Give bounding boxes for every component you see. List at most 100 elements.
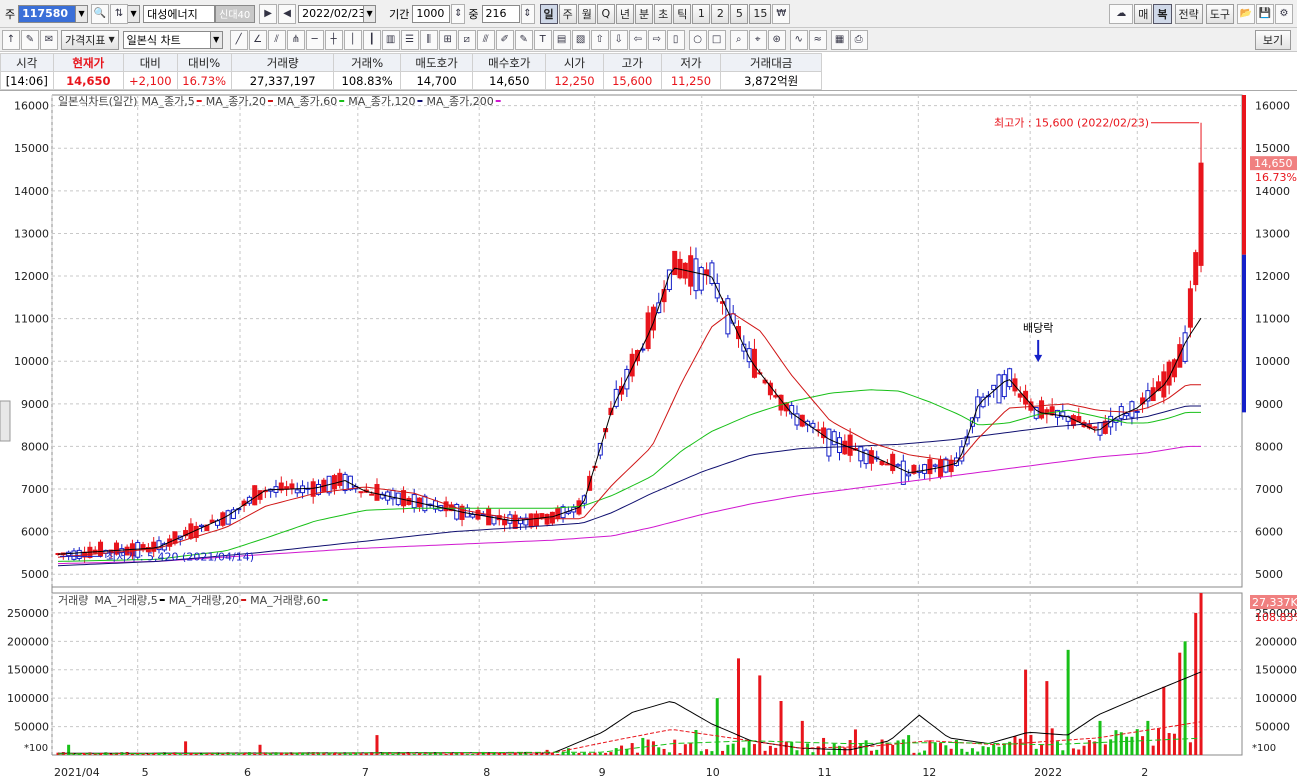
candle-body bbox=[922, 464, 928, 474]
memo-icon[interactable]: ✉ bbox=[40, 29, 58, 50]
chart-svg[interactable]: 5000 5000 6000 6000 7000 7000 8000 8000 9000 9000… bbox=[0, 91, 1297, 779]
cycle-icon[interactable]: ⫼ bbox=[419, 29, 438, 50]
tf-quarter[interactable]: Q bbox=[596, 3, 615, 24]
volume-bar bbox=[790, 741, 794, 755]
view-button[interactable]: 보기 bbox=[1255, 29, 1291, 50]
wave-icon[interactable]: ≈ bbox=[808, 29, 827, 50]
image-icon[interactable]: ▧ bbox=[571, 29, 590, 50]
candle-body bbox=[826, 428, 832, 457]
volume-bar bbox=[168, 753, 172, 755]
rect-icon[interactable]: □ bbox=[707, 29, 726, 50]
vtick-right-200000: 200000 bbox=[1255, 635, 1297, 648]
strategy-button[interactable]: 전략 bbox=[1174, 3, 1203, 24]
doc-icon[interactable]: ▯ bbox=[666, 29, 685, 50]
multi-button[interactable]: 복 bbox=[1153, 3, 1172, 24]
trendline-icon[interactable]: ╱ bbox=[229, 29, 248, 50]
up-icon[interactable]: ⇧ bbox=[590, 29, 609, 50]
candle-body bbox=[76, 549, 82, 559]
arrow-icon[interactable]: ↑ bbox=[2, 29, 20, 50]
tf-year[interactable]: 년 bbox=[615, 3, 634, 24]
tf-5[interactable]: 5 bbox=[730, 3, 749, 24]
candle-body bbox=[342, 473, 348, 492]
note-icon[interactable]: ▤ bbox=[552, 29, 571, 50]
chart-type-select[interactable]: 일본식 차트 bbox=[122, 30, 211, 49]
custom-tf-icon[interactable]: ₩ bbox=[772, 3, 791, 24]
sort-dropdown-icon[interactable]: ▼ bbox=[128, 4, 141, 23]
zoomout-icon[interactable]: ⌖ bbox=[748, 29, 767, 50]
cloud-icon[interactable]: ☁ bbox=[1109, 3, 1134, 24]
volume-bar bbox=[758, 675, 762, 755]
date-input[interactable]: 2022/02/23 bbox=[298, 4, 365, 23]
edit-icon[interactable]: ✎ bbox=[21, 29, 39, 50]
tf-day[interactable]: 일 bbox=[539, 3, 558, 24]
down-icon[interactable]: ⇩ bbox=[609, 29, 628, 50]
parallel-icon[interactable]: ⫻ bbox=[476, 29, 495, 50]
count-input[interactable]: 216 bbox=[481, 4, 520, 23]
hline-icon[interactable]: ─ bbox=[305, 29, 324, 50]
pitchfork-icon[interactable]: ⋔ bbox=[286, 29, 305, 50]
tf-15[interactable]: 15 bbox=[749, 3, 772, 24]
count-stepper-icon[interactable]: ⇕ bbox=[520, 3, 535, 24]
print-icon[interactable]: ⎙ bbox=[849, 29, 868, 50]
pen-icon[interactable]: ✐ bbox=[495, 29, 514, 50]
candle-body bbox=[369, 493, 375, 496]
vlines-icon[interactable]: ┃ bbox=[362, 29, 381, 50]
bars-icon[interactable]: ⊞ bbox=[438, 29, 457, 50]
right-icon[interactable]: ⇨ bbox=[647, 29, 666, 50]
volume-bar bbox=[1114, 730, 1118, 755]
paint-icon[interactable]: ✎ bbox=[514, 29, 533, 50]
tools-button[interactable]: 도구 bbox=[1205, 3, 1234, 24]
save-icon[interactable]: 💾 bbox=[1256, 3, 1274, 24]
tf-week[interactable]: 주 bbox=[558, 3, 577, 24]
fan-icon[interactable]: ⫽ bbox=[267, 29, 286, 50]
tf-second[interactable]: 초 bbox=[654, 3, 673, 24]
volume-bar bbox=[960, 748, 964, 755]
tf-tick[interactable]: 틱 bbox=[673, 3, 692, 24]
period-stepper-icon[interactable]: ⇕ bbox=[451, 3, 466, 24]
chart-type-dropdown-icon[interactable]: ▼ bbox=[210, 30, 223, 49]
price-indicator-button[interactable]: 가격지표 ▼ bbox=[61, 29, 119, 50]
next-icon[interactable]: ▶ bbox=[259, 3, 278, 24]
chart-area[interactable]: 5000 5000 6000 6000 7000 7000 8000 8000 9000 9000… bbox=[0, 91, 1297, 779]
text-icon[interactable]: T bbox=[533, 29, 552, 50]
tf-month[interactable]: 월 bbox=[577, 3, 596, 24]
fib-icon[interactable]: ☰ bbox=[400, 29, 419, 50]
candle-body bbox=[470, 514, 476, 518]
calc-icon[interactable]: ▦ bbox=[830, 29, 849, 50]
volume-bar bbox=[737, 658, 741, 755]
xtick-10: 2 bbox=[1141, 766, 1148, 777]
left-icon[interactable]: ⇦ bbox=[628, 29, 647, 50]
calendar-dropdown-icon[interactable]: ▼ bbox=[364, 4, 377, 23]
volume-bar bbox=[667, 752, 671, 755]
settings-icon[interactable]: ⚙ bbox=[1275, 3, 1293, 24]
vol-legend-2: MA_거래량,60 bbox=[250, 594, 320, 607]
candle-body bbox=[1198, 162, 1204, 266]
code-dropdown-icon[interactable]: ▼ bbox=[76, 4, 89, 23]
period-input[interactable]: 1000 bbox=[412, 4, 451, 23]
tf-1[interactable]: 1 bbox=[692, 3, 711, 24]
single-button[interactable]: 매 bbox=[1134, 3, 1153, 24]
magnet-icon[interactable]: ⊛ bbox=[767, 29, 786, 50]
zoom-icon[interactable]: ⌕ bbox=[729, 29, 748, 50]
tf-minute[interactable]: 분 bbox=[635, 3, 654, 24]
sort-icon[interactable]: ⇅ bbox=[110, 3, 129, 24]
cross-icon[interactable]: ┼ bbox=[324, 29, 343, 50]
prev-icon[interactable]: ◀ bbox=[278, 3, 297, 24]
tf-2[interactable]: 2 bbox=[711, 3, 730, 24]
vline-icon[interactable]: │ bbox=[343, 29, 362, 50]
indicator-icon[interactable]: ∿ bbox=[789, 29, 808, 50]
search-icon[interactable]: 🔍 bbox=[91, 3, 110, 24]
angle-icon[interactable]: ∠ bbox=[248, 29, 267, 50]
channel-icon[interactable]: ⧄ bbox=[457, 29, 476, 50]
ytick-left-10000: 10000 bbox=[14, 355, 49, 368]
open-icon[interactable]: 📂 bbox=[1237, 3, 1255, 24]
volume-pane bbox=[51, 592, 1243, 756]
stock-name-field[interactable]: 대성에너지 bbox=[143, 4, 216, 23]
grid-icon[interactable]: ▥ bbox=[381, 29, 400, 50]
candle-body bbox=[1001, 374, 1007, 398]
quote-value-8: 12,250 bbox=[545, 71, 604, 90]
price-legend-swatch-3 bbox=[417, 100, 423, 102]
candle-body bbox=[890, 453, 896, 472]
stock-code-input[interactable]: 117580 bbox=[18, 4, 77, 23]
circle-icon[interactable]: ○ bbox=[688, 29, 707, 50]
